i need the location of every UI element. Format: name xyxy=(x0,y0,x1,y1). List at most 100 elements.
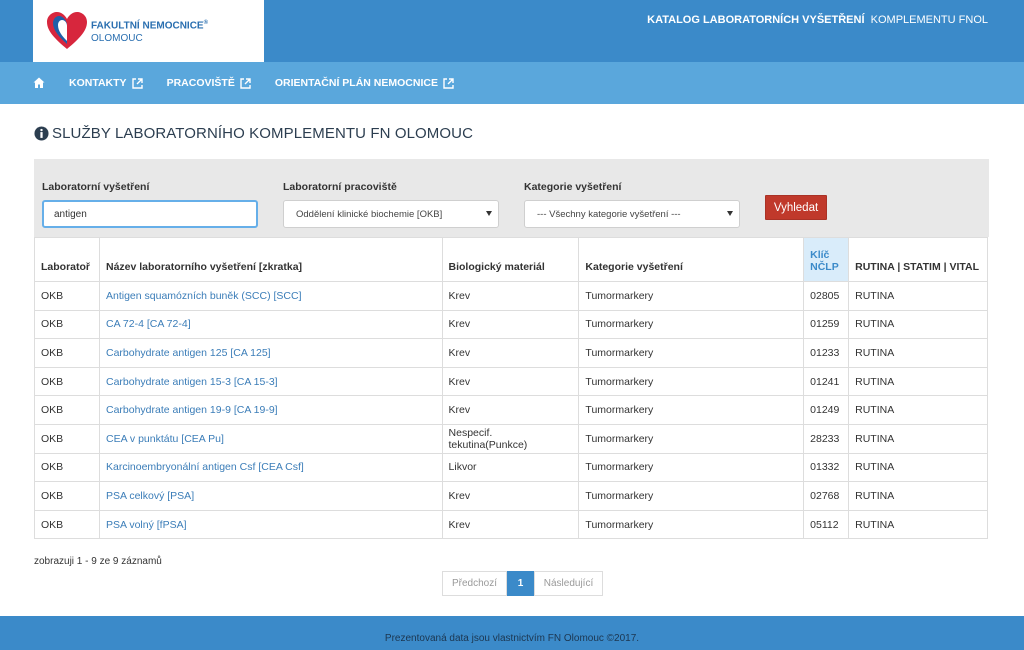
results-table: Laboratoř Název laboratorního vyšetření … xyxy=(34,237,988,540)
cell-routine: RUTINA xyxy=(848,509,988,540)
cell-routine: RUTINA xyxy=(848,366,988,397)
nav-item-hospital-map[interactable]: ORIENTAČNÍ PLÁN NEMOCNICE xyxy=(275,77,454,89)
exam-link[interactable]: CA 72-4 [CA 72-4] xyxy=(106,318,191,330)
exam-link[interactable]: CEA v punktátu [CEA Pu] xyxy=(106,433,224,445)
cell-category: Tumormarkery xyxy=(578,509,805,540)
cell-lab: OKB xyxy=(34,366,100,397)
table-row: OKB Carbohydrate antigen 125 [CA 125] Kr… xyxy=(34,338,988,368)
exam-link[interactable]: Carbohydrate antigen 19-9 [CA 19-9] xyxy=(106,404,278,416)
nav-item-label: KONTAKTY xyxy=(69,77,127,89)
nav-item-contacts[interactable]: KONTAKTY xyxy=(69,77,143,89)
cell-routine: RUTINA xyxy=(848,452,988,483)
exam-link[interactable]: PSA celkový [PSA] xyxy=(106,490,194,502)
prev-page-button[interactable]: Předchozí xyxy=(442,571,507,596)
cell-lab: OKB xyxy=(34,309,100,340)
cell-material: Likvor xyxy=(441,452,580,483)
cell-key: 01332 xyxy=(803,452,850,483)
cell-category: Tumormarkery xyxy=(578,281,805,311)
cell-name: Carbohydrate antigen 15-3 [CA 15-3] xyxy=(98,366,443,397)
col-header-material[interactable]: Biologický materiál xyxy=(441,237,580,282)
exam-link[interactable]: Carbohydrate antigen 125 [CA 125] xyxy=(106,347,271,359)
cell-name: Carbohydrate antigen 125 [CA 125] xyxy=(98,338,443,368)
cell-material: Krev xyxy=(441,338,580,368)
col-header-key-line1: Klíč xyxy=(810,249,830,261)
cell-lab: OKB xyxy=(34,481,100,511)
exam-link[interactable]: PSA volný [fPSA] xyxy=(106,519,187,531)
col-header-lab[interactable]: Laboratoř xyxy=(34,237,100,282)
col-header-category[interactable]: Kategorie vyšetření xyxy=(578,237,805,282)
cell-key: 05112 xyxy=(803,509,850,540)
next-page-button[interactable]: Následující xyxy=(534,571,603,596)
lab-select[interactable]: Oddělení klinické biochemie [OKB] xyxy=(283,200,499,228)
cell-routine: RUTINA xyxy=(848,481,988,511)
cell-category: Tumormarkery xyxy=(578,338,805,368)
cell-key: 01233 xyxy=(803,338,850,368)
nav-item-departments[interactable]: PRACOVIŠTĚ xyxy=(167,77,251,89)
cell-routine: RUTINA xyxy=(848,281,988,311)
exam-search-input[interactable] xyxy=(42,200,258,228)
nav-item-label: ORIENTAČNÍ PLÁN NEMOCNICE xyxy=(274,77,438,89)
cell-lab: OKB xyxy=(34,395,100,425)
info-icon xyxy=(34,126,49,141)
chevron-down-icon xyxy=(727,211,733,216)
cell-lab: OKB xyxy=(34,338,100,368)
home-icon[interactable] xyxy=(33,77,45,89)
cell-material: Krev xyxy=(441,309,580,340)
logo-text: FAKULTNÍ NEMOCNICE® OLOMOUC xyxy=(91,20,209,44)
pagination: Předchozí 1 Následující xyxy=(442,571,603,596)
catalog-title-rest: KOMPLEMENTU FNOL xyxy=(870,14,988,26)
external-link-icon xyxy=(131,77,143,89)
category-select[interactable]: --- Všechny kategorie vyšetření --- xyxy=(524,200,740,228)
cell-material: Krev xyxy=(441,481,580,511)
cell-material: Nespecif. tekutina(Punkce) xyxy=(441,423,580,454)
page-title: SLUŽBY LABORATORNÍHO KOMPLEMENTU FN OLOM… xyxy=(34,125,473,142)
cell-category: Tumormarkery xyxy=(578,366,805,397)
col-header-name[interactable]: Název laboratorního vyšetření [zkratka] xyxy=(98,237,443,282)
lab-select-value: Oddělení klinické biochemie [OKB] xyxy=(296,208,443,220)
table-header-row: Laboratoř Název laboratorního vyšetření … xyxy=(34,237,988,282)
cell-key: 02768 xyxy=(803,481,850,511)
cell-routine: RUTINA xyxy=(848,309,988,340)
table-row: OKB PSA volný [fPSA] Krev Tumormarkery 0… xyxy=(34,509,988,540)
cell-category: Tumormarkery xyxy=(578,395,805,425)
cell-name: Antigen squamózních buněk (SCC) [SCC] xyxy=(98,281,443,311)
external-link-icon xyxy=(443,77,454,89)
search-button[interactable]: Vyhledat xyxy=(765,195,827,220)
cell-material: Krev xyxy=(441,395,580,425)
footer: Prezentovaná data jsou vlastnictvím FN O… xyxy=(0,616,1024,650)
catalog-title: KATALOG LABORATORNÍCH VYŠETŘENÍ KOMPLEME… xyxy=(647,14,988,26)
catalog-title-bold: KATALOG LABORATORNÍCH VYŠETŘENÍ xyxy=(647,14,865,26)
cell-name: PSA celkový [PSA] xyxy=(98,481,443,511)
cell-name: Karcinoembryonální antigen Csf [CEA Csf] xyxy=(98,452,443,483)
cell-routine: RUTINA xyxy=(848,338,988,368)
col-header-key[interactable]: Klíč NČLP xyxy=(803,237,850,282)
exam-link[interactable]: Karcinoembryonální antigen Csf [CEA Csf] xyxy=(106,461,304,473)
category-label: Kategorie vyšetření xyxy=(524,181,622,193)
cell-routine: RUTINA xyxy=(848,395,988,425)
cell-lab: OKB xyxy=(34,281,100,311)
page-1-button[interactable]: 1 xyxy=(507,571,534,596)
cell-lab: OKB xyxy=(34,423,100,454)
cell-lab: OKB xyxy=(34,509,100,540)
cell-name: Carbohydrate antigen 19-9 [CA 19-9] xyxy=(98,395,443,425)
col-header-routine[interactable]: RUTINA | STATIM | VITAL xyxy=(848,237,988,282)
main-nav: KONTAKTY PRACOVIŠTĚ ORIENTAČNÍ PLÁN NEMO… xyxy=(0,62,1024,104)
hospital-logo[interactable]: FAKULTNÍ NEMOCNICE® OLOMOUC xyxy=(33,0,264,62)
cell-key: 02805 xyxy=(803,281,850,311)
cell-material: Krev xyxy=(441,509,580,540)
cell-key: 01259 xyxy=(803,309,850,340)
cell-key: 01249 xyxy=(803,395,850,425)
exam-link[interactable]: Antigen squamózních buněk (SCC) [SCC] xyxy=(106,290,302,302)
category-select-value: --- Všechny kategorie vyšetření --- xyxy=(537,208,681,220)
cell-key: 28233 xyxy=(803,423,850,454)
cell-category: Tumormarkery xyxy=(578,309,805,340)
cell-lab: OKB xyxy=(34,452,100,483)
lab-label: Laboratorní pracoviště xyxy=(283,181,397,193)
cell-name: PSA volný [fPSA] xyxy=(98,509,443,540)
cell-category: Tumormarkery xyxy=(578,452,805,483)
cell-material: Krev xyxy=(441,281,580,311)
table-row: OKB Carbohydrate antigen 15-3 [CA 15-3] … xyxy=(34,366,988,397)
records-count: zobrazuji 1 - 9 ze 9 záznamů xyxy=(34,556,162,567)
exam-link[interactable]: Carbohydrate antigen 15-3 [CA 15-3] xyxy=(106,376,278,388)
footer-text: Prezentovaná data jsou vlastnictvím FN O… xyxy=(384,632,640,644)
